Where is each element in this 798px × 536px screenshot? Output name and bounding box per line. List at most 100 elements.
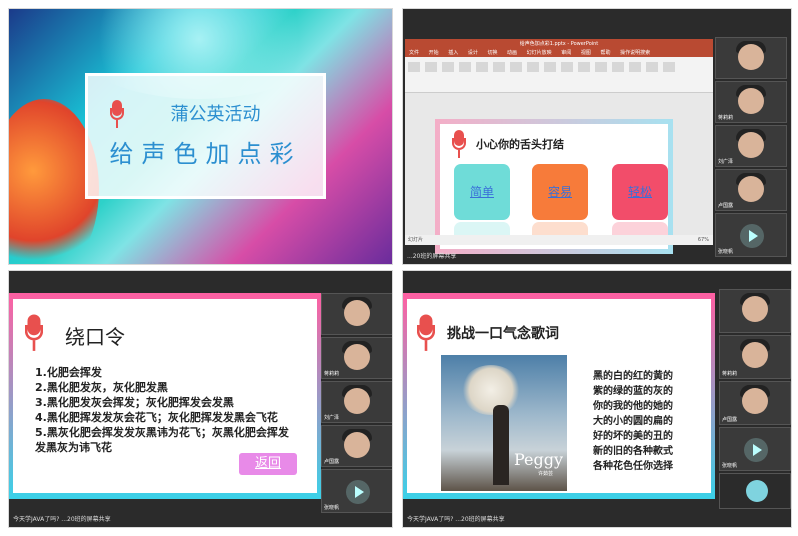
- slide-canvas: 挑战一口气念歌词 Peggy 许茹芸 黑的白的红的黄的 紫的绿的蓝的灰的 你的我…: [403, 293, 715, 499]
- ribbon-button[interactable]: [663, 62, 675, 72]
- zoom-level[interactable]: 67%: [698, 235, 709, 245]
- participant-name: 刘广泽: [718, 159, 734, 165]
- ribbon-tabs: 文件 开始 插入 设计 切换 动画 幻灯片放映 审阅 视图 帮助 操作说明搜索: [405, 49, 713, 57]
- slide-canvas[interactable]: 小心你的舌头打结 简单 容易 轻松: [435, 119, 673, 254]
- card-simple[interactable]: 简单: [454, 164, 510, 242]
- card-relaxed[interactable]: 轻松: [612, 164, 668, 242]
- participant-name: 蒋莉莉: [722, 371, 738, 377]
- video-tile[interactable]: 卢国露: [321, 425, 392, 467]
- title-slide-panel: 蒲公英活动 给声色加点彩: [9, 9, 392, 264]
- ribbon-button[interactable]: [646, 62, 658, 72]
- video-tile[interactable]: 卢国露: [715, 169, 787, 211]
- video-tile[interactable]: 张晓帆: [321, 469, 392, 513]
- back-button[interactable]: 返回: [239, 453, 297, 475]
- list-item: 2.黑化肥发灰，灰化肥发黑: [35, 381, 168, 394]
- microphone-icon: [452, 130, 466, 160]
- video-tile[interactable]: 卢国露: [719, 381, 791, 425]
- title-box: 蒲公英活动 给声色加点彩: [85, 73, 326, 199]
- lyric-line: 紫的绿的蓝的灰的: [593, 386, 673, 397]
- video-tile[interactable]: [321, 293, 392, 335]
- video-tile[interactable]: 蒋莉莉: [321, 337, 392, 379]
- card-label: 轻松: [627, 185, 652, 199]
- video-tile[interactable]: [715, 37, 787, 79]
- tab-transitions[interactable]: 切换: [487, 50, 497, 56]
- tab-insert[interactable]: 插入: [448, 50, 458, 56]
- participant-name: 蒋莉莉: [324, 371, 340, 377]
- video-tile[interactable]: 刘广泽: [321, 381, 392, 423]
- ribbon-button[interactable]: [527, 62, 539, 72]
- ribbon-button[interactable]: [493, 62, 505, 72]
- share-caption: 今天学JAVA了吗? ...20班的屏幕共享: [407, 516, 505, 523]
- video-tile[interactable]: [719, 473, 791, 509]
- participant-name: 蒋莉莉: [718, 115, 734, 121]
- video-tile[interactable]: [719, 289, 791, 333]
- lyric-line: 大的小的圆的扁的: [593, 416, 673, 427]
- participant-name: 张晓帆: [718, 249, 734, 255]
- video-tile[interactable]: 蒋莉莉: [715, 81, 787, 123]
- tab-file[interactable]: 文件: [409, 50, 419, 56]
- tab-view[interactable]: 视图: [581, 50, 591, 56]
- participant-name: 张晓帆: [722, 463, 738, 469]
- slide-title: 绕口令: [65, 325, 125, 349]
- slide-title: 蒲公英活动: [170, 104, 261, 125]
- tongue-twister-list: 1.化肥会挥发 2.黑化肥发灰，灰化肥发黑 3.黑化肥发灰会挥发；灰化肥挥发会发…: [35, 365, 295, 455]
- play-icon: [346, 480, 370, 504]
- tab-home[interactable]: 开始: [429, 50, 439, 56]
- slide-title: 小心你的舌头打结: [476, 138, 564, 151]
- participant-name: 卢国露: [324, 459, 340, 465]
- card-label: 简单: [469, 185, 494, 199]
- card-label: 容易: [547, 185, 572, 199]
- slide-subtitle: 给声色加点彩: [109, 140, 302, 168]
- video-tile[interactable]: 蒋莉莉: [719, 335, 791, 379]
- video-tile[interactable]: 张晓帆: [715, 213, 787, 257]
- list-item: 3.黑化肥发灰会挥发；灰化肥挥发会发黑: [35, 396, 234, 409]
- video-tile[interactable]: 刘广泽: [715, 125, 787, 167]
- avatar: [746, 480, 768, 502]
- play-icon: [744, 438, 768, 462]
- microphone-icon: [416, 314, 436, 354]
- participant-name: 卢国露: [722, 417, 738, 423]
- ribbon-button[interactable]: [612, 62, 624, 72]
- ribbon-button[interactable]: [544, 62, 556, 72]
- video-tile[interactable]: 张晓帆: [719, 427, 791, 471]
- tab-slideshow[interactable]: 幻灯片放映: [527, 50, 552, 56]
- ribbon-button[interactable]: [578, 62, 590, 72]
- tab-animations[interactable]: 动画: [507, 50, 517, 56]
- album-title: Peggy: [513, 450, 563, 469]
- slide-canvas: 绕口令 1.化肥会挥发 2.黑化肥发灰，灰化肥发黑 3.黑化肥发灰会挥发；灰化肥…: [9, 293, 321, 499]
- tab-design[interactable]: 设计: [468, 50, 478, 56]
- tell-me-search[interactable]: 操作说明搜索: [620, 50, 650, 56]
- ribbon-button[interactable]: [595, 62, 607, 72]
- lyric-line: 好的坏的美的丑的: [593, 431, 673, 442]
- participant-name: 卢国露: [718, 203, 734, 209]
- ribbon-button[interactable]: [510, 62, 522, 72]
- participant-name: 刘广泽: [324, 415, 340, 421]
- lyrics-block: 黑的白的红的黄的 紫的绿的蓝的灰的 你的我的他的她的 大的小的圆的扁的 好的坏的…: [593, 369, 673, 474]
- share-caption: ...20班的屏幕共享: [407, 253, 457, 260]
- powerpoint-share-panel: 给声色加点彩1.pptx - PowerPoint 文件 开始 插入 设计 切换…: [403, 9, 791, 264]
- share-caption: 今天学JAVA了吗? ...20班的屏幕共享: [13, 516, 111, 523]
- ribbon-button[interactable]: [442, 62, 454, 72]
- slide-title: 挑战一口气念歌词: [447, 326, 559, 342]
- ribbon-button[interactable]: [408, 62, 420, 72]
- ribbon-button[interactable]: [476, 62, 488, 72]
- window-title: 给声色加点彩1.pptx - PowerPoint: [405, 39, 713, 49]
- tab-review[interactable]: 审阅: [561, 50, 571, 56]
- card-easy[interactable]: 容易: [532, 164, 588, 242]
- ribbon-button[interactable]: [459, 62, 471, 72]
- ribbon-button[interactable]: [425, 62, 437, 72]
- status-bar: 幻灯片 67%: [405, 235, 713, 245]
- play-icon: [740, 224, 764, 248]
- lyric-line: 黑的白的红的黄的: [593, 371, 673, 382]
- lyric-line: 你的我的他的她的: [593, 401, 673, 412]
- ribbon-button[interactable]: [561, 62, 573, 72]
- lyric-line: 新的旧的各种款式: [593, 446, 673, 457]
- ribbon-button[interactable]: [629, 62, 641, 72]
- lyrics-challenge-panel: 挑战一口气念歌词 Peggy 许茹芸 黑的白的红的黄的 紫的绿的蓝的灰的 你的我…: [403, 271, 791, 527]
- ribbon-toolbar: [405, 57, 713, 93]
- album-cover: Peggy 许茹芸: [441, 355, 567, 491]
- balloons-image: [461, 365, 521, 415]
- person-silhouette: [493, 405, 509, 485]
- tab-help[interactable]: 帮助: [600, 50, 610, 56]
- list-item: 5.黑灰化肥会挥发发灰黑讳为花飞；灰黑化肥会挥发发黑灰为讳飞花: [35, 426, 289, 454]
